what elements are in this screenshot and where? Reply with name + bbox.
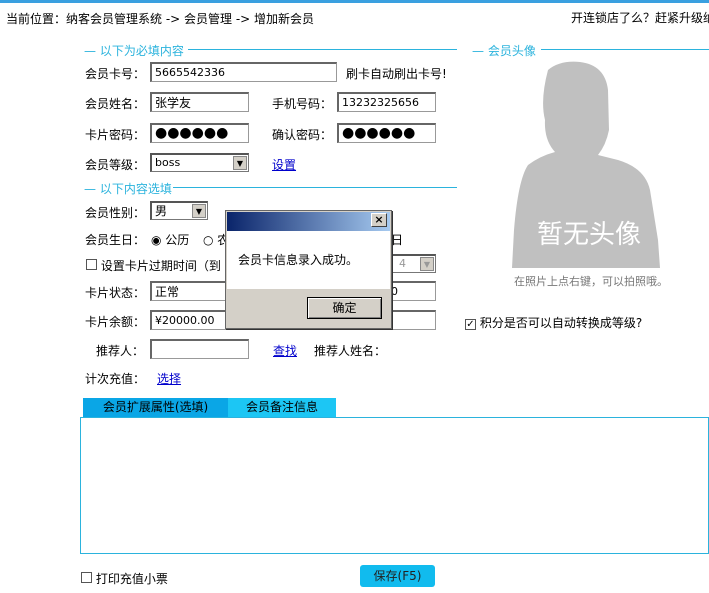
radio-solar-label: 公历 xyxy=(165,233,190,247)
status-label: 卡片状态： xyxy=(85,286,146,300)
card-hint: 刷卡自动刷出卡号! xyxy=(346,67,447,81)
level-settings-link[interactable]: 设置 xyxy=(272,156,296,173)
expire-label: 设置卡片过期时间（到 xyxy=(100,259,221,273)
confirm-password-label: 确认密码： xyxy=(272,128,333,142)
auto-level-checkbox[interactable]: ✓ 积分是否可以自动转换成等级? xyxy=(465,314,642,331)
dialog-message: 会员卡信息录入成功。 xyxy=(238,253,359,267)
find-referrer-link[interactable]: 查找 xyxy=(273,342,297,359)
message-dialog: × 会员卡信息录入成功。 确定 xyxy=(225,210,392,329)
checkbox-checked-icon: ✓ xyxy=(465,319,476,330)
auto-level-label: 积分是否可以自动转换成等级? xyxy=(479,316,643,330)
checkbox-icon xyxy=(86,259,97,270)
confirm-password-input[interactable]: ●●●●●● xyxy=(337,123,436,143)
avatar-hint: 在照片上点右键，可以拍照哦。 xyxy=(514,275,668,288)
tab-content-panel xyxy=(80,417,709,554)
card-no-input[interactable]: 5665542336 xyxy=(150,62,337,82)
divider xyxy=(173,187,457,188)
card-no-label: 会员卡号： xyxy=(85,67,146,81)
chevron-down-icon: ▼ xyxy=(192,204,206,218)
gender-select[interactable]: 男 ▼ xyxy=(150,201,208,220)
tab-remarks[interactable]: 会员备注信息 xyxy=(228,398,336,417)
name-label: 会员姓名： xyxy=(85,97,146,111)
gender-value: 男 xyxy=(155,204,168,218)
level-value: boss xyxy=(155,156,181,169)
referrer-label: 推荐人： xyxy=(96,344,145,358)
tab-extended-attributes[interactable]: 会员扩展属性(选填) xyxy=(83,398,228,417)
referrer-input[interactable] xyxy=(150,339,249,359)
balance-label: 卡片余额： xyxy=(85,315,146,329)
ok-button[interactable]: 确定 xyxy=(307,297,382,319)
print-receipt-checkbox[interactable]: 打印充值小票 xyxy=(81,570,168,587)
name-input[interactable]: 张学友 xyxy=(150,92,249,112)
divider xyxy=(188,49,457,50)
required-section-title: — 以下为必填内容 xyxy=(84,44,184,58)
upgrade-promo-link[interactable]: 开连锁店了么？赶紧升级纳 xyxy=(571,9,709,26)
print-receipt-label: 打印充值小票 xyxy=(95,572,168,586)
checkbox-icon xyxy=(81,572,92,583)
chevron-down-icon: ▼ xyxy=(233,156,247,170)
birthday-day-label: 日 xyxy=(391,233,404,247)
birthday-label: 会员生日： xyxy=(85,233,146,247)
gender-label: 会员性别： xyxy=(85,206,146,220)
divider xyxy=(541,49,709,50)
password-input[interactable]: ●●●●●● xyxy=(150,123,249,143)
count-recharge-select-link[interactable]: 选择 xyxy=(157,370,181,387)
level-select[interactable]: boss ▼ xyxy=(150,153,249,172)
count-recharge-label: 计次充值： xyxy=(85,372,146,386)
breadcrumb: 当前位置：纳客会员管理系统 -> 会员管理 -> 增加新会员 xyxy=(6,12,315,26)
password-label: 卡片密码： xyxy=(85,128,146,142)
dialog-title-bar[interactable] xyxy=(227,212,390,231)
referrer-name-label: 推荐人姓名： xyxy=(314,344,387,358)
avatar-section-title: — 会员头像 xyxy=(472,44,536,58)
close-icon[interactable]: × xyxy=(371,213,387,227)
expire-checkbox[interactable]: 设置卡片过期时间（到 xyxy=(86,257,221,274)
radio-solar[interactable]: ◉ 公历 xyxy=(151,231,189,248)
phone-label: 手机号码： xyxy=(272,97,333,111)
avatar-placeholder-text: 暂无头像 xyxy=(537,220,642,250)
expire-value: 4 xyxy=(399,257,406,270)
top-bar xyxy=(0,0,709,3)
chevron-down-icon: ▼ xyxy=(420,257,434,271)
level-label: 会员等级： xyxy=(85,158,146,172)
optional-section-title: — 以下内容选填 xyxy=(84,182,172,196)
dialog-body: 会员卡信息录入成功。 xyxy=(227,231,390,289)
save-button[interactable]: 保存(F5) xyxy=(360,565,435,587)
phone-input[interactable]: 13232325656 xyxy=(337,92,436,112)
